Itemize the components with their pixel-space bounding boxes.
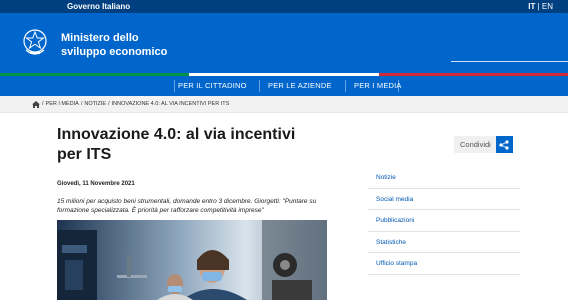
share-button[interactable] xyxy=(495,136,513,153)
home-icon[interactable] xyxy=(32,100,40,108)
nav-item-cittadino[interactable]: PER IL CITTADINO xyxy=(178,81,247,91)
article-image xyxy=(57,220,327,300)
sidebar-item-pubblicazioni[interactable]: Pubblicazioni xyxy=(368,210,520,232)
article-title: Innovazione 4.0: al via incentivi per IT… xyxy=(57,126,296,163)
breadcrumb-item-current: INNOVAZIONE 4.0: AL VIA INCENTIVI PER IT… xyxy=(111,101,230,107)
share-label[interactable]: Condividi xyxy=(454,136,496,153)
government-bar: Governo Italiano IT | EN xyxy=(0,0,568,13)
breadcrumb-separator: / xyxy=(42,101,44,107)
nav-divider xyxy=(174,80,175,92)
share-icon xyxy=(499,139,509,150)
sidebar-item-statistiche[interactable]: Statistiche xyxy=(368,232,520,253)
breadcrumb-separator: / xyxy=(80,101,83,107)
nav-divider xyxy=(398,80,399,92)
government-link[interactable]: Governo Italiano xyxy=(67,1,130,12)
breadcrumb-bar: / PER I MEDIA / NOTIZIE / INNOVAZIONE 4.… xyxy=(0,96,568,113)
italian-emblem-icon[interactable] xyxy=(22,28,48,56)
share-widget: Condividi xyxy=(454,136,513,153)
breadcrumb-separator: / xyxy=(108,101,110,107)
breadcrumb: / PER I MEDIA / NOTIZIE / INNOVAZIONE 4.… xyxy=(32,100,229,108)
sidebar-item-ufficio-stampa[interactable]: Ufficio stampa xyxy=(368,253,520,275)
lang-separator: | xyxy=(537,2,540,11)
lang-en[interactable]: EN xyxy=(542,2,553,11)
search-input[interactable] xyxy=(451,61,568,62)
ministry-title[interactable]: Ministero dello sviluppo economico xyxy=(61,31,167,59)
nav-item-aziende[interactable]: PER LE AZIENDE xyxy=(268,81,332,91)
nav-divider xyxy=(345,80,346,92)
article-date: Giovedì, 11 Novembre 2021 xyxy=(57,181,135,187)
language-switcher: IT | EN xyxy=(528,1,553,12)
breadcrumb-item-media[interactable]: PER I MEDIA xyxy=(46,100,79,108)
nav-divider xyxy=(259,80,260,92)
site-header: Ministero dello sviluppo economico xyxy=(0,13,568,73)
nav-item-media[interactable]: PER I MEDIA xyxy=(354,81,402,91)
main-navigation: PER IL CITTADINO PER LE AZIENDE PER I ME… xyxy=(0,76,568,96)
sidebar-menu: Notizie Social media Pubblicazioni Stati… xyxy=(368,167,520,275)
lang-it[interactable]: IT xyxy=(528,2,535,11)
sidebar-item-notizie[interactable]: Notizie xyxy=(368,167,520,189)
breadcrumb-item-notizie[interactable]: NOTIZIE xyxy=(84,100,106,108)
sidebar-item-social-media[interactable]: Social media xyxy=(368,189,520,210)
article-summary: 15 milioni per acquisto beni strumentali… xyxy=(57,198,317,214)
ministry-title-line1: Ministero dello xyxy=(61,32,139,44)
ministry-title-line2: sviluppo economico xyxy=(61,46,168,58)
